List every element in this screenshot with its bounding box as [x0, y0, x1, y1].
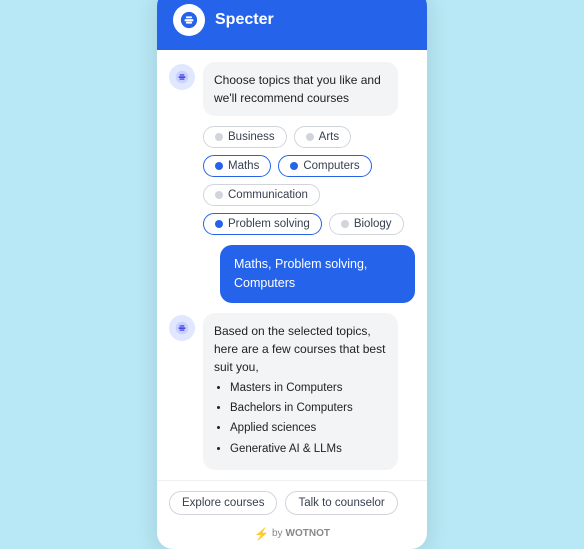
bot-avatar-2 [169, 315, 195, 341]
topic-dot-computers [290, 162, 298, 170]
course-list: Masters in Computers Bachelors in Comput… [214, 380, 387, 458]
topic-chip-communication[interactable]: Communication [203, 184, 320, 206]
course-item-3: Generative AI & LLMs [230, 441, 387, 458]
topic-dot-business [215, 133, 223, 141]
topic-chip-biology[interactable]: Biology [329, 213, 404, 235]
chat-body: Choose topics that you like and we'll re… [157, 50, 427, 480]
topic-label-computers: Computers [303, 160, 359, 172]
topic-chip-maths[interactable]: Maths [203, 155, 271, 177]
footer-brand: WOTNOT [286, 528, 330, 539]
chat-header: Specter [157, 0, 427, 50]
topic-label-problem-solving: Problem solving [228, 218, 310, 230]
topics-area: Business Arts Maths Computers Communicat… [203, 126, 415, 235]
topic-chip-computers[interactable]: Computers [278, 155, 371, 177]
course-item-2: Applied sciences [230, 420, 387, 437]
topic-label-business: Business [228, 131, 275, 143]
action-buttons-area: Explore courses Talk to counselor [157, 480, 427, 523]
bot-avatar-1 [169, 64, 195, 90]
topic-label-biology: Biology [354, 218, 392, 230]
bot-message-bubble-2: Based on the selected topics, here are a… [203, 313, 398, 470]
topic-chip-problem-solving[interactable]: Problem solving [203, 213, 322, 235]
bot-message-text-1: Choose topics that you like and we'll re… [214, 73, 381, 105]
bot-message-bubble-1: Choose topics that you like and we'll re… [203, 62, 398, 116]
header-avatar [173, 4, 205, 36]
topic-dot-biology [341, 220, 349, 228]
talk-to-counselor-button[interactable]: Talk to counselor [285, 491, 397, 515]
topic-label-communication: Communication [228, 189, 308, 201]
bot-message-text-2: Based on the selected topics, here are a… [214, 324, 385, 374]
user-response-text: Maths, Problem solving, Computers [234, 257, 367, 290]
topic-chip-business[interactable]: Business [203, 126, 287, 148]
course-item-1: Bachelors in Computers [230, 400, 387, 417]
topic-chip-arts[interactable]: Arts [294, 126, 351, 148]
bot-message-row-2: Based on the selected topics, here are a… [169, 313, 415, 470]
topic-dot-maths [215, 162, 223, 170]
topic-dot-communication [215, 191, 223, 199]
topic-label-arts: Arts [319, 131, 339, 143]
footer-prefix: by [272, 528, 283, 539]
user-response-bubble: Maths, Problem solving, Computers [220, 245, 415, 303]
bot-message-row-1: Choose topics that you like and we'll re… [169, 62, 415, 116]
course-item-0: Masters in Computers [230, 380, 387, 397]
header-title: Specter [215, 11, 274, 29]
topic-dot-problem-solving [215, 220, 223, 228]
topic-dot-arts [306, 133, 314, 141]
chat-window: Specter Choose topics that you like and … [157, 0, 427, 549]
explore-courses-button[interactable]: Explore courses [169, 491, 277, 515]
chat-footer: ⚡ by WOTNOT [157, 523, 427, 549]
topic-label-maths: Maths [228, 160, 259, 172]
